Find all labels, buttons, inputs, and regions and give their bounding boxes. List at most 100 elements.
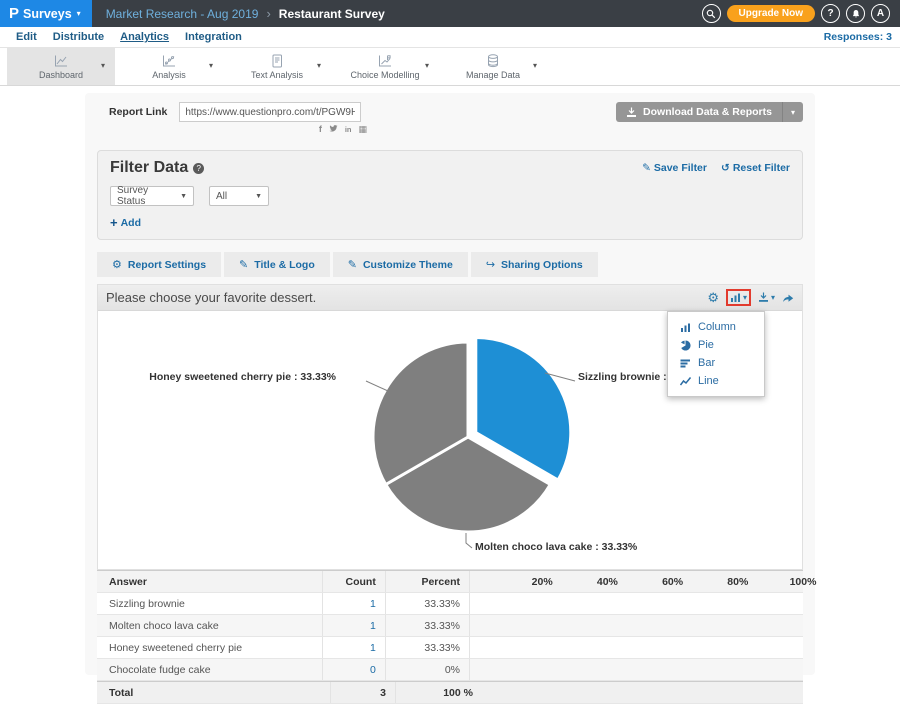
- pie-slices: [373, 338, 571, 533]
- bar-cell: [469, 637, 803, 658]
- embed-icon[interactable]: ▦: [358, 125, 367, 134]
- menu-item-column[interactable]: Column: [668, 318, 764, 336]
- help-icon: ?: [827, 8, 833, 19]
- question-title: Please choose your favorite dessert.: [106, 290, 316, 305]
- menu-item-label: Pie: [698, 339, 714, 351]
- download-icon: [626, 107, 637, 118]
- count-cell[interactable]: 0: [322, 659, 385, 680]
- menu-analytics[interactable]: Analytics: [120, 31, 169, 43]
- chart-type-menu: Column Pie Bar Line: [667, 311, 765, 397]
- app-root: P Surveys ▾ Market Research - Aug 2019 ›…: [0, 0, 900, 675]
- menu-item-pie[interactable]: Pie: [668, 336, 764, 354]
- linkedin-icon[interactable]: in: [345, 126, 352, 134]
- chevron-down-icon[interactable]: ▾: [101, 61, 105, 70]
- toolbar-analysis[interactable]: Analysis ▾: [115, 48, 223, 85]
- breadcrumb-separator: ›: [266, 6, 270, 21]
- count-cell[interactable]: 1: [322, 593, 385, 614]
- bar-chart-icon: [730, 292, 741, 303]
- chevron-down-icon[interactable]: ▾: [533, 61, 537, 70]
- save-filter-link[interactable]: ✎Save Filter: [642, 162, 707, 174]
- percent-cell: 33.33%: [385, 637, 469, 658]
- menu-item-bar[interactable]: Bar: [668, 354, 764, 372]
- share-arrow-icon: [782, 292, 794, 303]
- search-button[interactable]: [702, 4, 721, 23]
- pie-callout-molten: Molten choco lava cake : 33.33%: [475, 541, 637, 553]
- reset-icon: ↺: [721, 162, 730, 174]
- menu-distribute[interactable]: Distribute: [53, 31, 104, 43]
- account-avatar[interactable]: A: [871, 4, 890, 23]
- toolbar-dashboard[interactable]: Dashboard ▾: [7, 48, 115, 85]
- download-options-caret[interactable]: ▾: [782, 102, 803, 122]
- menu-item-line[interactable]: Line: [668, 372, 764, 390]
- help-button[interactable]: ?: [821, 4, 840, 23]
- callout-line: [366, 381, 388, 391]
- percent-cell: 33.33%: [385, 593, 469, 614]
- product-name: Surveys: [23, 7, 72, 21]
- chevron-down-icon[interactable]: ▾: [425, 61, 429, 70]
- answer-cell: Honey sweetened cherry pie: [97, 637, 322, 658]
- total-label: Total: [97, 682, 330, 703]
- tab-report-settings[interactable]: ⚙Report Settings: [97, 252, 221, 277]
- save-filter-label: Save Filter: [654, 162, 707, 174]
- col-percent: Percent: [385, 571, 469, 592]
- add-filter-button[interactable]: + Add: [110, 216, 150, 229]
- chevron-down-icon[interactable]: ▾: [317, 61, 321, 70]
- chart-settings-button[interactable]: ⚙: [707, 291, 719, 304]
- line-chart-icon: [680, 376, 691, 387]
- reset-filter-link[interactable]: ↺Reset Filter: [721, 162, 790, 174]
- table-row: Sizzling brownie 1 33.33%: [97, 593, 803, 615]
- chart-share-button[interactable]: [782, 292, 794, 303]
- gears-icon: ⚙: [707, 290, 719, 305]
- gear-icon: ⚙: [112, 258, 122, 271]
- filter-field-select[interactable]: Survey Status ▼: [110, 186, 194, 206]
- chevron-down-icon: ▼: [245, 193, 262, 200]
- chart-download-button[interactable]: ▾: [758, 292, 775, 303]
- product-switcher[interactable]: P Surveys ▾: [0, 0, 92, 27]
- download-data-reports-button[interactable]: Download Data & Reports ▾: [616, 102, 803, 122]
- chevron-down-icon: ▼: [170, 193, 187, 200]
- chevron-down-icon: ▾: [77, 10, 81, 18]
- total-percent: 100 %: [395, 682, 482, 703]
- chevron-down-icon: ▾: [743, 294, 747, 302]
- report-tabs: ⚙Report Settings ✎Title & Logo ✎Customiz…: [97, 252, 803, 277]
- help-icon[interactable]: ?: [193, 163, 204, 174]
- count-cell[interactable]: 1: [322, 615, 385, 636]
- callout-line: [466, 533, 472, 548]
- edit-icon: ✎: [239, 258, 248, 271]
- chevron-down-icon: ▾: [771, 294, 775, 302]
- chevron-down-icon[interactable]: ▾: [209, 61, 213, 70]
- menu-integration[interactable]: Integration: [185, 31, 242, 43]
- question-panel: Please choose your favorite dessert. ⚙ ▾…: [97, 284, 803, 570]
- question-header: Please choose your favorite dessert. ⚙ ▾…: [98, 285, 802, 311]
- tab-customize-theme[interactable]: ✎Customize Theme: [333, 252, 468, 277]
- tab-title-logo[interactable]: ✎Title & Logo: [224, 252, 330, 277]
- axis-tick: 40%: [597, 576, 618, 588]
- bar-cell: [469, 615, 803, 636]
- count-cell[interactable]: 1: [322, 637, 385, 658]
- column-chart-icon: [680, 322, 691, 333]
- report-link-input[interactable]: [179, 102, 361, 122]
- toolbar-text-analysis[interactable]: Text Analysis ▾: [223, 48, 331, 85]
- percent-cell: 33.33%: [385, 615, 469, 636]
- share-arrow-icon: ↪: [486, 258, 495, 271]
- col-answer: Answer: [97, 571, 322, 592]
- upgrade-now-button[interactable]: Upgrade Now: [727, 5, 815, 22]
- filter-value-select[interactable]: All ▼: [209, 186, 269, 206]
- annotation-highlight-box: ▾: [726, 289, 751, 306]
- menu-edit[interactable]: Edit: [16, 31, 37, 43]
- report-link-label: Report Link: [109, 106, 167, 118]
- tab-sharing-options[interactable]: ↪ Sharing Options: [471, 252, 598, 277]
- breadcrumb-parent-link[interactable]: Market Research - Aug 2019: [106, 7, 259, 21]
- notifications-button[interactable]: [846, 4, 865, 23]
- answer-cell: Chocolate fudge cake: [97, 659, 322, 680]
- results-table: Answer Count Percent 20% 40% 60% 80% 100…: [97, 570, 803, 704]
- document-icon: [269, 53, 285, 69]
- toolbar-manage-data[interactable]: Manage Data ▾: [439, 48, 547, 85]
- total-count: 3: [330, 682, 395, 703]
- twitter-icon[interactable]: [329, 124, 338, 135]
- toolbar-choice-modelling[interactable]: Choice Modelling ▾: [331, 48, 439, 85]
- axis-tick: 20%: [532, 576, 553, 588]
- facebook-icon[interactable]: f: [319, 125, 322, 134]
- chart-type-button[interactable]: ▾: [730, 292, 747, 303]
- tab-label: Sharing Options: [501, 259, 583, 271]
